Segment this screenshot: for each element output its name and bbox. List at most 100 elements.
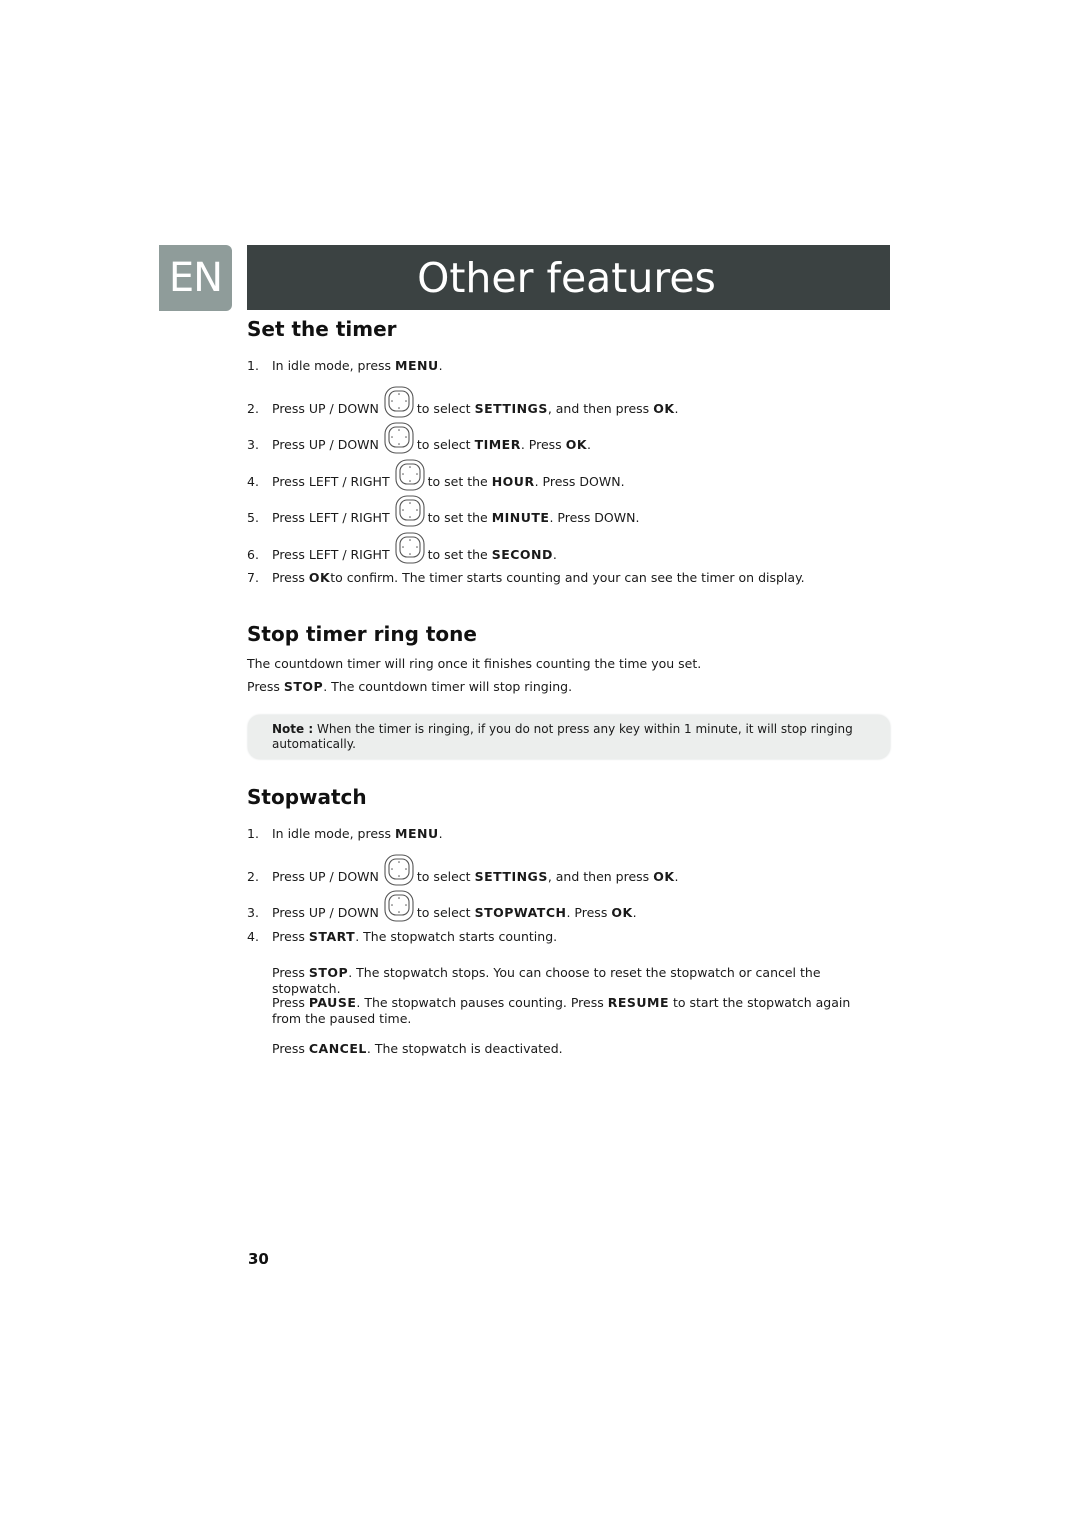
page-title-bar: Other features: [247, 245, 890, 310]
step-number: 4.: [247, 473, 259, 489]
step-number: 5.: [247, 509, 259, 525]
step-text: to select: [416, 400, 471, 416]
step-keyword: SECOND: [491, 546, 553, 562]
stopwatch-step-2: 2. Press UP / DOWN to select SETTINGS, a…: [247, 854, 679, 890]
step-text: . Press: [566, 904, 608, 920]
step-keyword: MENU: [395, 826, 439, 841]
step-text: Press LEFT / RIGHT: [272, 473, 390, 489]
step-text: .: [587, 436, 591, 452]
para-text: Press: [272, 995, 309, 1010]
heading-stop-timer-ring-tone: Stop timer ring tone: [247, 622, 477, 646]
para-text: . The stopwatch pauses counting. Press: [356, 995, 608, 1010]
step-keyword: TIMER: [474, 436, 521, 452]
step-keyword: MINUTE: [491, 509, 550, 525]
step-text: In idle mode, press: [272, 358, 392, 373]
note-body: When the timer is ringing, if you do not…: [272, 722, 853, 751]
step-text: to set the: [427, 473, 488, 489]
navigation-pad-icon: [384, 854, 414, 890]
step-text: to set the: [427, 509, 488, 525]
para-text: . The stopwatch is deactivated.: [366, 1041, 563, 1056]
navigation-pad-icon: [395, 532, 425, 568]
step-keyword: STOPWATCH: [474, 904, 567, 920]
step-number: 1.: [247, 358, 259, 373]
step-text: . The stopwatch starts counting.: [355, 929, 558, 944]
step-keyword: MENU: [395, 358, 439, 373]
navigation-pad-icon: [384, 422, 414, 458]
para-text: Press: [272, 965, 309, 980]
note-label: Note :: [272, 722, 314, 736]
para-keyword: CANCEL: [308, 1041, 367, 1056]
stopwatch-step-1: 1. In idle mode, press MENU.: [247, 826, 443, 841]
step-text: Press UP / DOWN: [272, 868, 379, 884]
note-box: Note : When the timer is ringing, if you…: [248, 715, 890, 759]
timer-step-2: 2. Press UP / DOWN to select SETTINGS, a…: [247, 386, 679, 422]
para-text: Press: [247, 679, 284, 694]
para-keyword: STOP: [283, 679, 324, 694]
step-keyword: SETTINGS: [474, 400, 548, 416]
step-text: , and then press: [547, 868, 650, 884]
page-title: Other features: [417, 254, 716, 302]
step-keyword: HOUR: [491, 473, 535, 489]
step-text: .: [674, 868, 679, 884]
step-number: 2.: [247, 868, 259, 884]
stopwatch-pause-paragraph: Press PAUSE. The stopwatch pauses counti…: [272, 995, 882, 1027]
navigation-pad-icon: [384, 890, 414, 926]
step-text: Press UP / DOWN: [272, 436, 379, 452]
timer-step-3: 3. Press UP / DOWN to select TIMER. Pres…: [247, 422, 591, 458]
heading-set-the-timer: Set the timer: [247, 317, 397, 341]
timer-step-4: 4. Press LEFT / RIGHT to set the HOUR. P…: [247, 459, 625, 495]
step-keyword: SETTINGS: [474, 868, 548, 884]
navigation-pad-icon: [395, 495, 425, 531]
step-number: 4.: [247, 929, 259, 944]
ring-stop-instruction: Press STOP. The countdown timer will sto…: [247, 679, 572, 694]
step-text: , and then press: [547, 400, 650, 416]
step-text: Press UP / DOWN: [272, 400, 379, 416]
step-text: .: [674, 400, 679, 416]
para-keyword: STOP: [308, 965, 349, 980]
ring-description: The countdown timer will ring once it fi…: [247, 656, 702, 671]
para-text: . The countdown timer will stop ringing.: [323, 679, 573, 694]
step-text: .: [438, 358, 443, 373]
step-keyword: START: [308, 929, 356, 944]
language-tab: EN: [159, 245, 232, 311]
step-keyword: OK: [308, 570, 331, 585]
stopwatch-stop-paragraph: Press STOP. The stopwatch stops. You can…: [272, 965, 882, 997]
para-text: . The stopwatch stops. You can choose to…: [272, 965, 821, 996]
para-text: Press: [272, 1041, 309, 1056]
step-number: 7.: [247, 570, 259, 585]
step-text: .: [552, 546, 557, 562]
step-text: Press: [272, 929, 305, 944]
step-text: . Press DOWN.: [549, 509, 640, 525]
step-text: to set the: [427, 546, 488, 562]
step-text: Press LEFT / RIGHT: [272, 509, 390, 525]
stopwatch-step-3: 3. Press UP / DOWN to select STOPWATCH. …: [247, 890, 637, 926]
step-text: to confirm. The timer starts counting an…: [330, 570, 805, 585]
stopwatch-step-4: 4. Press START. The stopwatch starts cou…: [247, 929, 557, 944]
para-keyword: PAUSE: [308, 995, 357, 1010]
step-keyword: OK: [653, 400, 675, 416]
step-text: Press: [272, 570, 305, 585]
step-number: 2.: [247, 400, 259, 416]
step-text: . Press DOWN.: [534, 473, 625, 489]
para-keyword: RESUME: [607, 995, 670, 1010]
timer-step-6: 6. Press LEFT / RIGHT to set the SECOND.: [247, 532, 557, 568]
heading-stopwatch: Stopwatch: [247, 785, 367, 809]
step-text: to select: [416, 868, 471, 884]
navigation-pad-icon: [384, 386, 414, 422]
step-text: Press UP / DOWN: [272, 904, 379, 920]
step-number: 1.: [247, 826, 259, 841]
step-text: In idle mode, press: [272, 826, 392, 841]
timer-step-5: 5. Press LEFT / RIGHT to set the MINUTE.…: [247, 495, 640, 531]
stopwatch-cancel-paragraph: Press CANCEL. The stopwatch is deactivat…: [272, 1041, 882, 1057]
navigation-pad-icon: [395, 459, 425, 495]
note-text: Note : When the timer is ringing, if you…: [272, 722, 872, 752]
step-number: 3.: [247, 436, 259, 452]
step-text: to select: [416, 904, 471, 920]
timer-step-1: 1. In idle mode, press MENU.: [247, 358, 443, 373]
page-number: 30: [248, 1250, 269, 1268]
step-keyword: OK: [565, 436, 587, 452]
step-text: .: [632, 904, 637, 920]
step-number: 3.: [247, 904, 259, 920]
step-keyword: OK: [653, 868, 675, 884]
step-number: 6.: [247, 546, 259, 562]
